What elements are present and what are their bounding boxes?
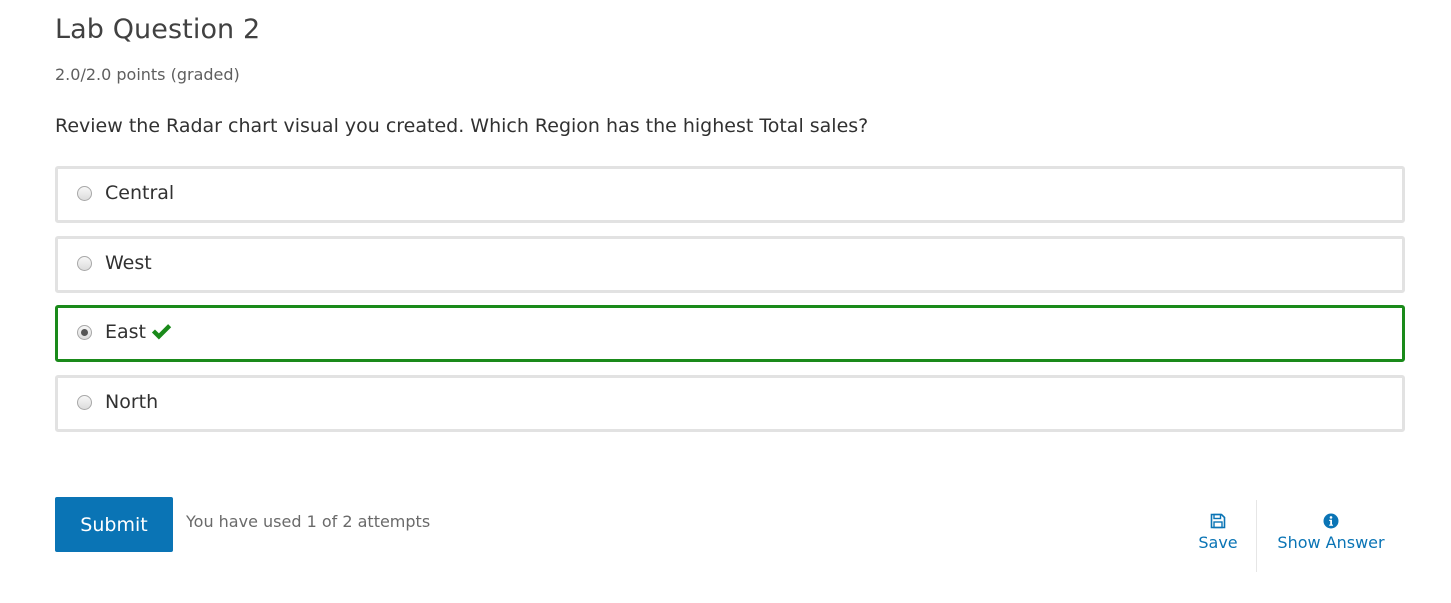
choice-central[interactable]: Central: [55, 166, 1405, 223]
attempts-text: You have used 1 of 2 attempts: [186, 512, 431, 531]
save-label: Save: [1198, 533, 1238, 552]
choice-label: Central: [105, 182, 175, 204]
choice-east[interactable]: East: [55, 305, 1405, 362]
save-button[interactable]: Save: [1193, 505, 1243, 552]
info-circle-icon: [1323, 513, 1339, 529]
radio-button[interactable]: [77, 395, 92, 410]
choice-west[interactable]: West: [55, 236, 1405, 293]
show-answer-label: Show Answer: [1277, 533, 1385, 552]
show-answer-button[interactable]: Show Answer: [1275, 505, 1387, 552]
choice-label: West: [105, 252, 152, 274]
problem-title: Lab Question 2: [55, 14, 261, 45]
points-status: 2.0/2.0 points (graded): [55, 65, 240, 84]
checkmark-icon: [151, 324, 172, 340]
choice-label: North: [105, 391, 159, 413]
radio-button-selected[interactable]: [77, 325, 92, 340]
question-prompt: Review the Radar chart visual you create…: [55, 115, 869, 137]
radio-button[interactable]: [77, 186, 92, 201]
problem-container: Lab Question 2 2.0/2.0 points (graded) R…: [55, 0, 1405, 603]
submit-button[interactable]: Submit: [55, 497, 173, 552]
action-divider: [1256, 500, 1257, 572]
choice-north[interactable]: North: [55, 375, 1405, 432]
radio-button[interactable]: [77, 256, 92, 271]
floppy-disk-icon: [1210, 513, 1226, 529]
choice-label: East: [105, 321, 146, 343]
